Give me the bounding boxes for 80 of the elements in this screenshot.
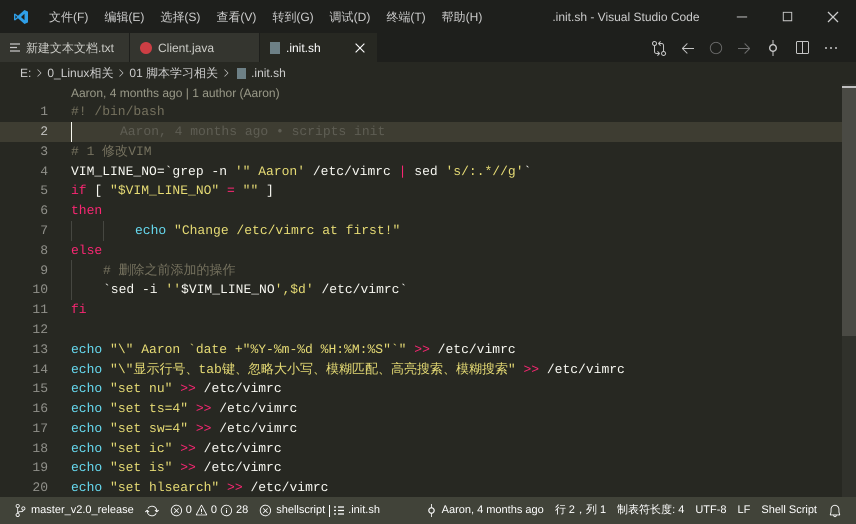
line-number: 17 <box>31 420 48 438</box>
line-number: 8 <box>39 242 48 260</box>
line-number: 14 <box>31 360 48 378</box>
code-line: echo "set sw=4" >> /etc/vimrc <box>71 420 298 438</box>
code-line: VIM_LINE_NO=`grep -n '" Aaron' /etc/vimrc | sed 's/:.*//g'` <box>71 162 532 181</box>
line-number: 10 <box>31 281 48 300</box>
menu-item[interactable]: 查看(V) <box>208 8 264 26</box>
tab-label: .init.sh <box>286 40 321 56</box>
line-number: 9 <box>39 262 48 280</box>
linter-indicator[interactable]: shellscript .init.sh <box>259 502 380 519</box>
breadcrumb-item[interactable]: 01 脚本学习相关 <box>129 64 218 82</box>
window-title: .init.sh - Visual Studio Code <box>552 8 700 26</box>
code-line: # 删除之前添加的操作 <box>103 262 236 280</box>
menu-item[interactable]: 选择(S) <box>152 8 208 26</box>
scrollbar[interactable] <box>842 84 856 497</box>
line-number: 1 <box>39 103 48 122</box>
encoding[interactable]: UTF-8 <box>695 502 727 519</box>
breadcrumb-item[interactable]: .init.sh <box>251 64 286 82</box>
problems-indicator[interactable]: 0 0 28 <box>170 502 248 519</box>
sync-icon[interactable] <box>144 504 159 518</box>
code-line: echo "\"显示行号、tab键、忽略大小写、模糊匹配、高亮搜索、模糊搜索" >> /etc/vimrc <box>71 360 625 378</box>
notifications-icon[interactable] <box>828 504 842 518</box>
line-number: 11 <box>31 301 48 320</box>
code-line: if [ "$VIM_LINE_NO" = "" ] <box>71 182 274 200</box>
breadcrumb-item[interactable]: 0_Linux相关 <box>47 64 114 82</box>
code-line: `sed -i ''$VIM_LINE_NO',$d' /etc/vimrc` <box>103 281 408 300</box>
tab-size[interactable]: 制表符长度: 4 <box>617 502 684 519</box>
line-number: 5 <box>39 182 48 200</box>
menu-item[interactable]: 帮助(H) <box>434 8 490 26</box>
code-line: else <box>71 242 102 260</box>
code-line: echo "set ts=4" >> /etc/vimrc <box>71 400 298 418</box>
line-number: 7 <box>39 222 48 240</box>
blame-indicator[interactable]: Aaron, 4 months ago <box>424 502 544 519</box>
branch-indicator[interactable]: master_v2.0_release <box>14 502 134 519</box>
code-line: echo "set ic" >> /etc/vimrc <box>71 440 282 458</box>
line-number: 16 <box>31 400 48 418</box>
file-icon <box>270 42 280 54</box>
split-editor-icon[interactable] <box>794 40 810 56</box>
breadcrumb-item[interactable]: E: <box>20 64 32 82</box>
app-logo-icon <box>13 8 29 24</box>
line-number: 12 <box>31 320 48 339</box>
cursor-position[interactable]: 行 2，列 1 <box>554 502 606 519</box>
file-icon <box>237 68 246 78</box>
menu-item[interactable]: 终端(T) <box>378 8 434 26</box>
lines-icon <box>10 43 20 52</box>
compare-icon[interactable] <box>651 40 667 56</box>
line-number: 4 <box>39 162 48 181</box>
line-number: 13 <box>31 340 48 359</box>
line-number: 15 <box>31 380 48 398</box>
commit-icon[interactable] <box>709 40 723 54</box>
code-line: then <box>71 202 102 220</box>
line-ending[interactable]: LF <box>738 502 750 519</box>
line-number: 20 <box>31 479 48 498</box>
line-number: 6 <box>39 202 48 220</box>
code-line: # 1 修改VIM <box>71 142 152 161</box>
tab-label: 新建文本文档.txt <box>26 40 114 56</box>
menu-item[interactable]: 编辑(E) <box>96 8 152 26</box>
line-number: 3 <box>39 142 48 161</box>
code-line: fi <box>71 301 87 320</box>
code-line: echo "\" Aaron `date +"%Y-%m-%d %H:%M:%S"`" >> /etc/vimrc <box>71 340 516 359</box>
menu-item[interactable]: 转到(G) <box>264 8 322 26</box>
editor-tab[interactable]: 新建文本文档.txt <box>0 33 130 62</box>
code-line: echo "Change /etc/vimrc at first!" <box>135 222 400 240</box>
menu-item[interactable]: 调试(D) <box>322 8 378 26</box>
close-icon[interactable] <box>825 8 841 24</box>
menu-item[interactable]: 文件(F) <box>41 8 96 26</box>
codelens-text[interactable]: Aaron, 4 months ago | 1 author (Aaron) <box>71 84 280 102</box>
java-file-icon <box>140 42 152 54</box>
line-number: 18 <box>31 440 48 458</box>
editor-tab[interactable]: Client.java <box>130 33 260 62</box>
code-line: echo "set is" >> /etc/vimrc <box>71 459 282 478</box>
close-icon[interactable] <box>353 40 367 54</box>
tab-label: Client.java <box>158 40 214 56</box>
editor-tab[interactable]: .init.sh <box>260 33 377 62</box>
line-number: 19 <box>31 459 48 478</box>
code-line: echo "set nu" >> /etc/vimrc <box>71 380 282 398</box>
language-mode[interactable]: Shell Script <box>761 502 817 519</box>
code-line: echo "set hlsearch" >> /etc/vimrc <box>71 479 328 498</box>
code-line: #! /bin/bash <box>71 103 165 122</box>
line-number: 2 <box>39 122 48 141</box>
